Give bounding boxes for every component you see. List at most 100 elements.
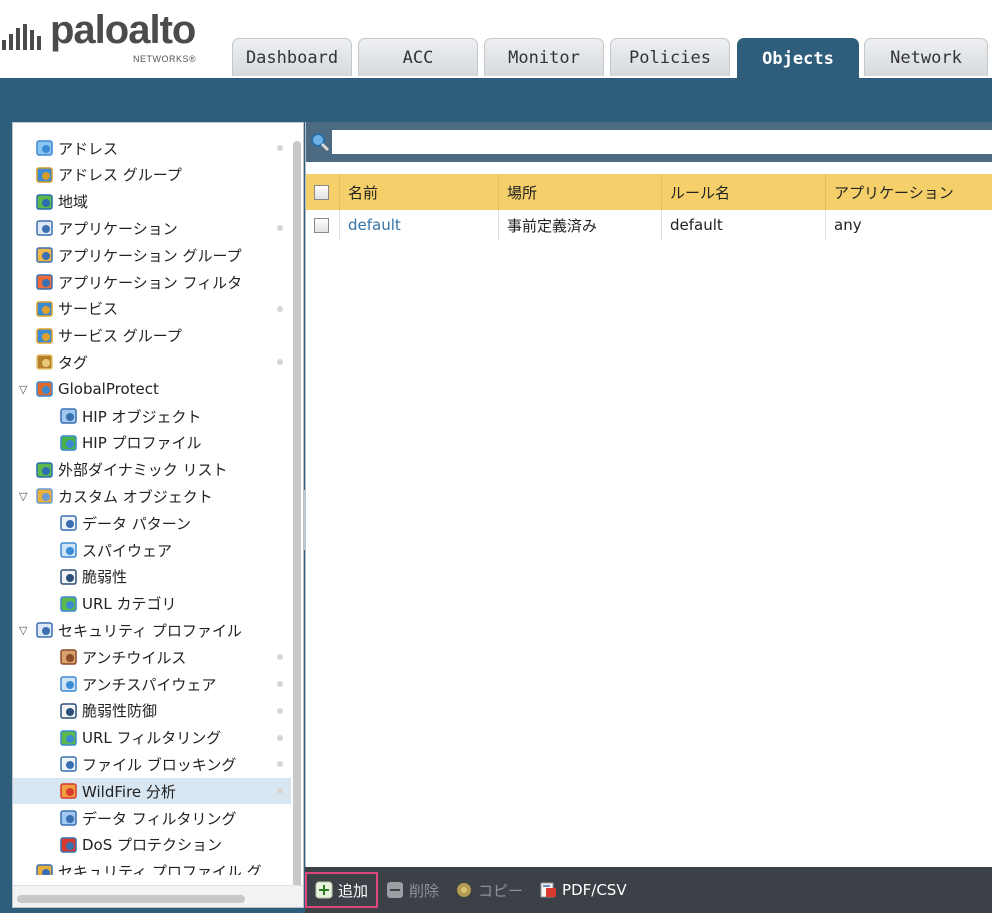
expand-toggle-icon[interactable]: ▽ [19, 624, 33, 637]
brand-subtitle: NETWORKS® [133, 54, 197, 64]
item-indicator-dot [277, 145, 283, 151]
column-header-rule[interactable]: ルール名 [662, 174, 826, 210]
tree-vertical-scrollbar[interactable] [293, 141, 301, 893]
data-pattern-icon [60, 515, 77, 531]
tree-item[interactable]: タグ [13, 349, 291, 375]
tree-item[interactable]: セキュリティ プロファイル グ [13, 859, 291, 875]
search-icon[interactable] [310, 132, 330, 152]
tab-dashboard[interactable]: Dashboard [232, 38, 352, 76]
expand-toggle-icon[interactable]: ▽ [19, 383, 33, 396]
pdf-csv-icon [540, 882, 557, 898]
item-indicator-dot [277, 788, 283, 795]
tab-monitor[interactable]: Monitor [484, 38, 604, 76]
tree-item-label: 外部ダイナミック リスト [58, 461, 228, 480]
tree-item[interactable]: ▽ GlobalProtect [13, 376, 291, 402]
expand-toggle-icon[interactable]: ▽ [19, 490, 33, 503]
column-header-name[interactable]: 名前 [340, 174, 499, 210]
tree-item[interactable]: アドレス [13, 135, 291, 161]
tree-item[interactable]: 外部ダイナミック リスト [13, 457, 291, 483]
tree-item[interactable]: アンチスパイウェア [13, 671, 291, 697]
tree-item[interactable]: アンチウイルス [13, 644, 291, 670]
wildfire-icon [60, 783, 77, 799]
column-header-location[interactable]: 場所 [499, 174, 662, 210]
tree-item[interactable]: スパイウェア [13, 537, 291, 563]
service-icon [36, 301, 53, 317]
tree-item[interactable]: アプリケーション [13, 215, 291, 241]
security-profile-icon [36, 622, 53, 639]
tree-item[interactable]: アプリケーション グループ [13, 242, 291, 268]
paloalto-logo: paloalto NETWORKS® [0, 6, 225, 70]
tree-item[interactable]: URL カテゴリ [13, 591, 291, 617]
tree-item-label: サービス グループ [58, 327, 182, 346]
tab-policies[interactable]: Policies [610, 38, 730, 76]
select-all-checkbox[interactable] [314, 184, 329, 200]
plus-icon [315, 881, 333, 899]
column-header-application[interactable]: アプリケーション [826, 174, 992, 210]
tree-item[interactable]: 地域 [13, 189, 291, 215]
tree-item[interactable]: 脆弱性 [13, 564, 291, 590]
tree-item[interactable]: DoS プロテクション [13, 832, 291, 858]
tree-item[interactable]: ▽ カスタム オブジェクト [13, 483, 291, 509]
tree-item[interactable]: サービス [13, 296, 291, 322]
item-indicator-dot [277, 707, 283, 714]
item-indicator-dot [277, 225, 283, 232]
tree-item[interactable]: アプリケーション フィルタ [13, 269, 291, 295]
tree-item[interactable]: アドレス グループ [13, 162, 291, 188]
application-filter-icon [36, 274, 53, 290]
row-application: any [826, 210, 992, 240]
tree-item-label: アプリケーション グループ [58, 246, 242, 265]
tree-item[interactable]: ファイル ブロッキング [13, 751, 291, 777]
tree-item[interactable]: データ パターン [13, 510, 291, 536]
tree-item-label: WildFire 分析 [82, 782, 176, 801]
dos-protection-icon [60, 837, 77, 853]
tree-item[interactable]: WildFire 分析 [13, 778, 291, 805]
vulnerability-icon [60, 569, 77, 585]
add-button[interactable]: 追加 [305, 872, 379, 908]
item-indicator-dot [277, 761, 283, 768]
tree-item-label: データ パターン [82, 514, 192, 533]
tree-item-label: 脆弱性 [82, 568, 128, 587]
bottom-toolbar: 追加 削除 コピー PDF/CSV [305, 867, 992, 913]
pdf-csv-button-label: PDF/CSV [562, 881, 627, 899]
search-bar [306, 122, 992, 162]
row-checkbox[interactable] [314, 217, 329, 233]
object-tree-panel: アドレス アドレス グループ 地域 アプリケーションアプリケーション グループアプリケ… [12, 122, 304, 908]
url-category-icon [60, 595, 77, 612]
select-all-cell [306, 174, 340, 210]
tree-item[interactable]: データ フィルタリング [13, 805, 291, 831]
tree-item-label: アンチウイルス [82, 648, 187, 667]
vulnerability-protection-icon [60, 703, 77, 719]
tree-item-label: URL カテゴリ [82, 595, 177, 614]
spyware-icon [60, 542, 77, 558]
external-list-icon [36, 461, 53, 478]
delete-button[interactable]: 削除 [378, 872, 447, 908]
logo-mark-icon [2, 24, 41, 50]
table-row[interactable]: default 事前定義済み default any [306, 210, 992, 240]
tree-item[interactable]: URL フィルタリング [13, 725, 291, 751]
item-indicator-dot [277, 681, 283, 687]
tab-objects[interactable]: Objects [737, 38, 859, 78]
tree-footer [13, 885, 303, 907]
tab-acc[interactable]: ACC [358, 38, 478, 76]
tree-item[interactable]: HIP オブジェクト [13, 403, 291, 429]
globe-icon [36, 193, 53, 210]
tab-network[interactable]: Network [864, 38, 988, 76]
tree-item[interactable]: HIP プロファイル [13, 430, 291, 456]
application-icon [36, 220, 53, 237]
tree-item[interactable]: サービス グループ [13, 323, 291, 349]
tree-item[interactable]: ▽ セキュリティ プロファイル [13, 617, 291, 643]
add-button-label: 追加 [338, 881, 369, 900]
tree-item-label: カスタム オブジェクト [58, 487, 213, 506]
data-filtering-icon [60, 810, 77, 826]
tree-item-label: アンチスパイウェア [82, 675, 217, 694]
pdf-csv-button[interactable]: PDF/CSV [531, 872, 635, 908]
file-blocking-icon [60, 756, 77, 773]
row-name-link[interactable]: default [340, 210, 499, 240]
tree-item-label: セキュリティ プロファイル [58, 621, 242, 640]
search-input[interactable] [332, 130, 992, 154]
copy-button[interactable]: コピー [447, 872, 531, 908]
tree-item[interactable]: 脆弱性防御 [13, 698, 291, 724]
tree-horizontal-scrollbar[interactable] [17, 895, 245, 903]
tree-item-label: タグ [58, 353, 89, 372]
antivirus-icon [60, 649, 77, 665]
